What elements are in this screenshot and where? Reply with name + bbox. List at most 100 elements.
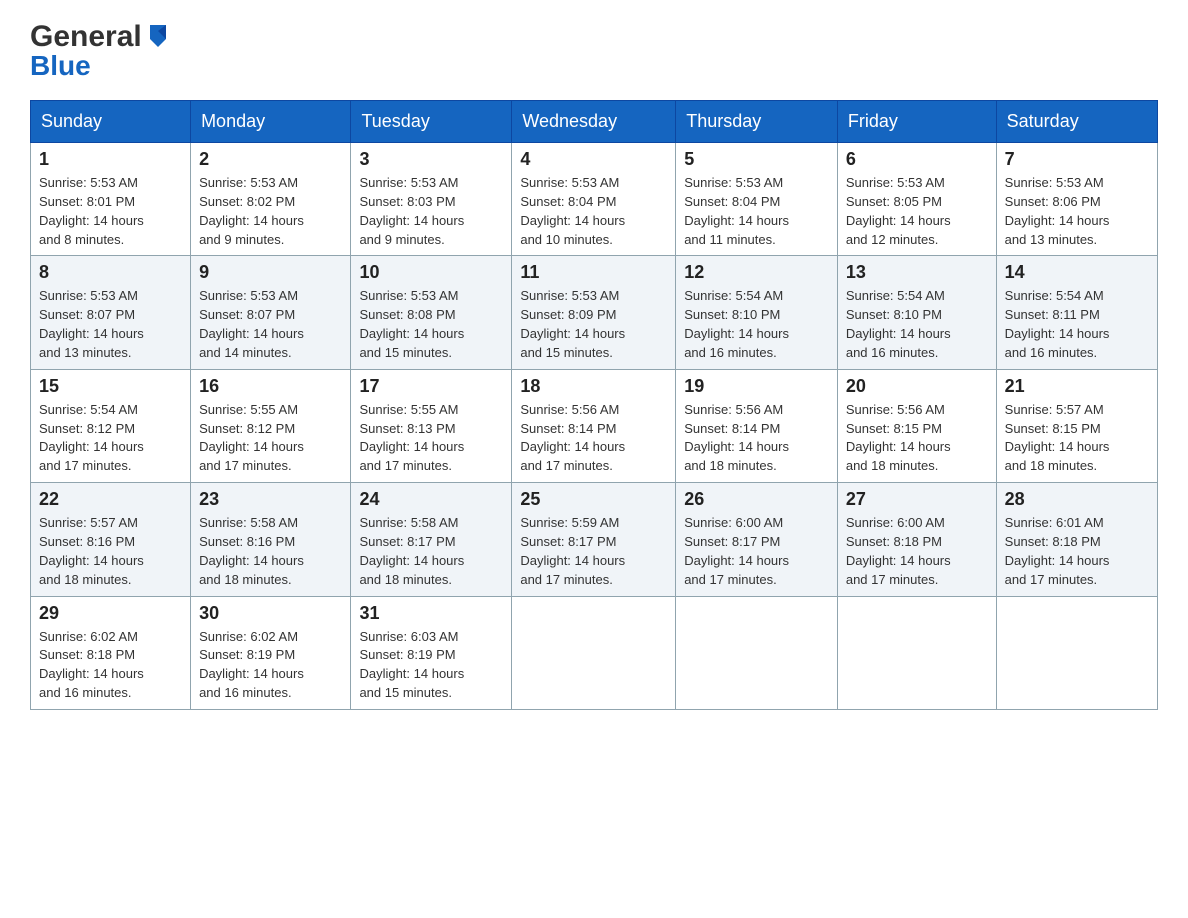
logo: General Blue	[30, 20, 172, 82]
page-header: General Blue	[30, 20, 1158, 82]
day-info: Sunrise: 6:01 AMSunset: 8:18 PMDaylight:…	[1005, 515, 1110, 587]
calendar-cell: 28 Sunrise: 6:01 AMSunset: 8:18 PMDaylig…	[996, 483, 1157, 596]
day-number: 2	[199, 149, 342, 170]
day-number: 11	[520, 262, 667, 283]
calendar-cell: 15 Sunrise: 5:54 AMSunset: 8:12 PMDaylig…	[31, 369, 191, 482]
calendar-cell: 9 Sunrise: 5:53 AMSunset: 8:07 PMDayligh…	[191, 256, 351, 369]
day-number: 4	[520, 149, 667, 170]
week-row-4: 22 Sunrise: 5:57 AMSunset: 8:16 PMDaylig…	[31, 483, 1158, 596]
calendar-cell: 25 Sunrise: 5:59 AMSunset: 8:17 PMDaylig…	[512, 483, 676, 596]
day-info: Sunrise: 5:59 AMSunset: 8:17 PMDaylight:…	[520, 515, 625, 587]
week-row-5: 29 Sunrise: 6:02 AMSunset: 8:18 PMDaylig…	[31, 596, 1158, 709]
calendar-cell	[996, 596, 1157, 709]
calendar-table: SundayMondayTuesdayWednesdayThursdayFrid…	[30, 100, 1158, 710]
day-number: 27	[846, 489, 988, 510]
calendar-cell: 14 Sunrise: 5:54 AMSunset: 8:11 PMDaylig…	[996, 256, 1157, 369]
calendar-cell: 12 Sunrise: 5:54 AMSunset: 8:10 PMDaylig…	[676, 256, 838, 369]
day-number: 26	[684, 489, 829, 510]
day-number: 5	[684, 149, 829, 170]
calendar-cell: 20 Sunrise: 5:56 AMSunset: 8:15 PMDaylig…	[837, 369, 996, 482]
day-info: Sunrise: 6:02 AMSunset: 8:19 PMDaylight:…	[199, 629, 304, 701]
day-number: 20	[846, 376, 988, 397]
day-info: Sunrise: 5:53 AMSunset: 8:07 PMDaylight:…	[39, 288, 144, 360]
day-info: Sunrise: 5:58 AMSunset: 8:16 PMDaylight:…	[199, 515, 304, 587]
day-header-tuesday: Tuesday	[351, 101, 512, 143]
calendar-cell: 11 Sunrise: 5:53 AMSunset: 8:09 PMDaylig…	[512, 256, 676, 369]
day-info: Sunrise: 5:53 AMSunset: 8:09 PMDaylight:…	[520, 288, 625, 360]
calendar-cell: 13 Sunrise: 5:54 AMSunset: 8:10 PMDaylig…	[837, 256, 996, 369]
day-number: 25	[520, 489, 667, 510]
day-info: Sunrise: 5:56 AMSunset: 8:15 PMDaylight:…	[846, 402, 951, 474]
day-number: 19	[684, 376, 829, 397]
day-number: 18	[520, 376, 667, 397]
day-info: Sunrise: 5:57 AMSunset: 8:16 PMDaylight:…	[39, 515, 144, 587]
day-number: 21	[1005, 376, 1149, 397]
day-number: 29	[39, 603, 182, 624]
calendar-cell	[676, 596, 838, 709]
day-info: Sunrise: 5:53 AMSunset: 8:03 PMDaylight:…	[359, 175, 464, 247]
logo-blue: Blue	[30, 50, 91, 82]
calendar-cell: 27 Sunrise: 6:00 AMSunset: 8:18 PMDaylig…	[837, 483, 996, 596]
day-number: 8	[39, 262, 182, 283]
day-header-friday: Friday	[837, 101, 996, 143]
day-info: Sunrise: 6:02 AMSunset: 8:18 PMDaylight:…	[39, 629, 144, 701]
day-number: 16	[199, 376, 342, 397]
day-info: Sunrise: 5:54 AMSunset: 8:10 PMDaylight:…	[846, 288, 951, 360]
day-number: 1	[39, 149, 182, 170]
day-info: Sunrise: 5:56 AMSunset: 8:14 PMDaylight:…	[684, 402, 789, 474]
day-info: Sunrise: 5:53 AMSunset: 8:07 PMDaylight:…	[199, 288, 304, 360]
logo-general: General	[30, 20, 142, 54]
day-info: Sunrise: 5:55 AMSunset: 8:12 PMDaylight:…	[199, 402, 304, 474]
day-header-monday: Monday	[191, 101, 351, 143]
calendar-cell: 18 Sunrise: 5:56 AMSunset: 8:14 PMDaylig…	[512, 369, 676, 482]
day-info: Sunrise: 6:00 AMSunset: 8:17 PMDaylight:…	[684, 515, 789, 587]
calendar-cell: 4 Sunrise: 5:53 AMSunset: 8:04 PMDayligh…	[512, 143, 676, 256]
day-number: 12	[684, 262, 829, 283]
calendar-cell: 17 Sunrise: 5:55 AMSunset: 8:13 PMDaylig…	[351, 369, 512, 482]
calendar-cell: 10 Sunrise: 5:53 AMSunset: 8:08 PMDaylig…	[351, 256, 512, 369]
calendar-cell: 16 Sunrise: 5:55 AMSunset: 8:12 PMDaylig…	[191, 369, 351, 482]
week-row-1: 1 Sunrise: 5:53 AMSunset: 8:01 PMDayligh…	[31, 143, 1158, 256]
day-number: 23	[199, 489, 342, 510]
day-header-thursday: Thursday	[676, 101, 838, 143]
day-number: 9	[199, 262, 342, 283]
day-info: Sunrise: 5:56 AMSunset: 8:14 PMDaylight:…	[520, 402, 625, 474]
calendar-cell: 19 Sunrise: 5:56 AMSunset: 8:14 PMDaylig…	[676, 369, 838, 482]
day-info: Sunrise: 6:00 AMSunset: 8:18 PMDaylight:…	[846, 515, 951, 587]
week-row-2: 8 Sunrise: 5:53 AMSunset: 8:07 PMDayligh…	[31, 256, 1158, 369]
day-info: Sunrise: 5:53 AMSunset: 8:06 PMDaylight:…	[1005, 175, 1110, 247]
calendar-cell: 26 Sunrise: 6:00 AMSunset: 8:17 PMDaylig…	[676, 483, 838, 596]
day-number: 13	[846, 262, 988, 283]
calendar-cell: 21 Sunrise: 5:57 AMSunset: 8:15 PMDaylig…	[996, 369, 1157, 482]
calendar-cell: 31 Sunrise: 6:03 AMSunset: 8:19 PMDaylig…	[351, 596, 512, 709]
day-info: Sunrise: 5:55 AMSunset: 8:13 PMDaylight:…	[359, 402, 464, 474]
day-number: 3	[359, 149, 503, 170]
logo-arrow-icon	[144, 21, 172, 49]
day-info: Sunrise: 5:58 AMSunset: 8:17 PMDaylight:…	[359, 515, 464, 587]
day-number: 7	[1005, 149, 1149, 170]
calendar-cell: 8 Sunrise: 5:53 AMSunset: 8:07 PMDayligh…	[31, 256, 191, 369]
day-number: 10	[359, 262, 503, 283]
day-number: 28	[1005, 489, 1149, 510]
day-info: Sunrise: 5:54 AMSunset: 8:11 PMDaylight:…	[1005, 288, 1110, 360]
week-row-3: 15 Sunrise: 5:54 AMSunset: 8:12 PMDaylig…	[31, 369, 1158, 482]
calendar-cell	[512, 596, 676, 709]
calendar-cell: 6 Sunrise: 5:53 AMSunset: 8:05 PMDayligh…	[837, 143, 996, 256]
day-number: 31	[359, 603, 503, 624]
day-header-wednesday: Wednesday	[512, 101, 676, 143]
day-info: Sunrise: 5:54 AMSunset: 8:12 PMDaylight:…	[39, 402, 144, 474]
calendar-cell: 2 Sunrise: 5:53 AMSunset: 8:02 PMDayligh…	[191, 143, 351, 256]
calendar-cell: 24 Sunrise: 5:58 AMSunset: 8:17 PMDaylig…	[351, 483, 512, 596]
day-number: 30	[199, 603, 342, 624]
day-info: Sunrise: 5:54 AMSunset: 8:10 PMDaylight:…	[684, 288, 789, 360]
calendar-cell: 7 Sunrise: 5:53 AMSunset: 8:06 PMDayligh…	[996, 143, 1157, 256]
calendar-cell: 22 Sunrise: 5:57 AMSunset: 8:16 PMDaylig…	[31, 483, 191, 596]
day-info: Sunrise: 6:03 AMSunset: 8:19 PMDaylight:…	[359, 629, 464, 701]
calendar-header-row: SundayMondayTuesdayWednesdayThursdayFrid…	[31, 101, 1158, 143]
day-header-saturday: Saturday	[996, 101, 1157, 143]
calendar-cell: 23 Sunrise: 5:58 AMSunset: 8:16 PMDaylig…	[191, 483, 351, 596]
day-info: Sunrise: 5:53 AMSunset: 8:04 PMDaylight:…	[684, 175, 789, 247]
day-info: Sunrise: 5:53 AMSunset: 8:02 PMDaylight:…	[199, 175, 304, 247]
day-info: Sunrise: 5:53 AMSunset: 8:04 PMDaylight:…	[520, 175, 625, 247]
day-number: 17	[359, 376, 503, 397]
